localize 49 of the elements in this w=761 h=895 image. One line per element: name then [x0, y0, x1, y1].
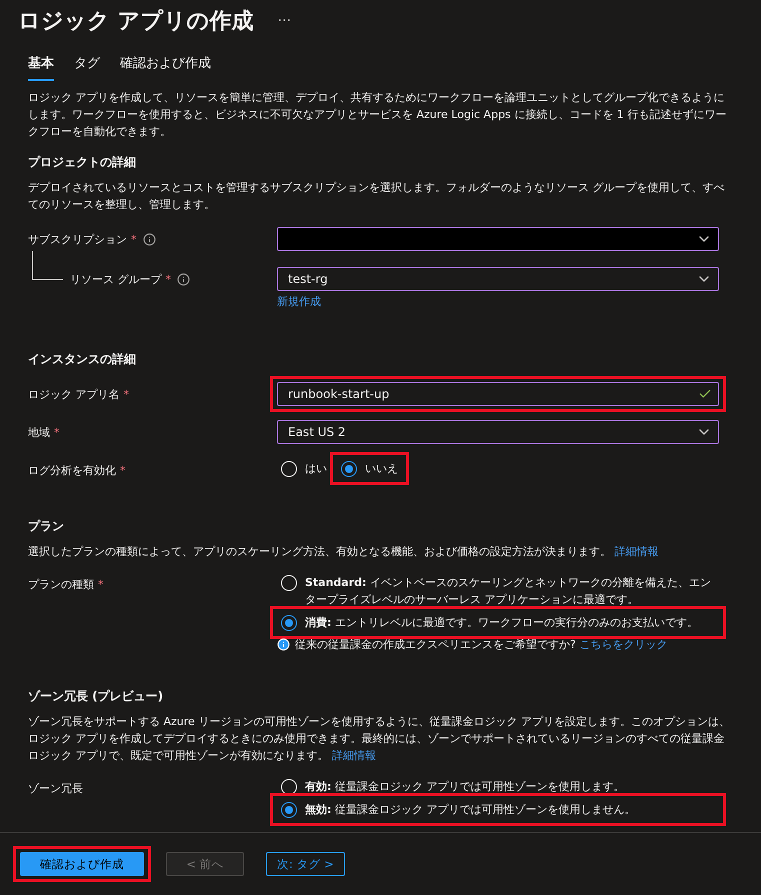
info-icon[interactable] — [177, 272, 190, 286]
section-description: ゾーン冗長をサポートする Azure リージョンの可用性ゾーンを使用するように、従量課金ロジック アプリを設定します。このオプションは、ロジック アプリを作成してデプロイするときにのみ使用できます。最終的には、ゾーンでサポートされているリージョンのすべての従量課金ロジック アプリで、既定で可用性ゾーンが有効になります。 詳細情報 — [28, 714, 731, 764]
radio-button[interactable] — [281, 615, 297, 631]
page-title: ロジック アプリの作成 — [18, 8, 254, 36]
tab[interactable]: 基本 — [28, 54, 54, 81]
field-label: プランの種類 — [28, 576, 94, 592]
radio-button[interactable] — [281, 802, 297, 818]
dropdown-field[interactable]: East US 2 — [277, 420, 719, 444]
section-description: 選択したプランの種類によって、アプリのスケーリング方法、有効となる機能、および価格の設定方法が決まります。 詳細情報 — [28, 544, 660, 560]
radio-option[interactable]: 有効: 従量課金ロジック アプリでは可用性ゾーンを使用します。 — [277, 776, 719, 797]
radio-option[interactable]: Standard: イベントベースのスケーリングとネットワークの分離を備えた、エンタープライズレベルのサーバーレス アプリケーションに最適です。 — [277, 572, 719, 610]
required-mark: * — [54, 426, 60, 438]
required-mark: * — [166, 272, 171, 286]
more-menu[interactable]: ··· — [278, 13, 292, 29]
radio-button[interactable] — [341, 461, 357, 477]
footer-button[interactable]: 次: タグ > — [266, 852, 345, 876]
create-new-link[interactable]: 新規作成 — [277, 294, 321, 309]
section-description: デプロイされているリソースとコストを管理するサブスクリプションを選択します。フォルダーのようなリソース グループを使用して、すべてのリソースを整理し、管理します。 — [28, 180, 726, 213]
required-mark: * — [131, 232, 136, 246]
section-title: プロジェクトの詳細 — [28, 154, 137, 171]
required-mark: * — [120, 464, 126, 476]
section-title: ゾーン冗長 (プレビュー) — [28, 688, 164, 705]
section-title: プラン — [28, 518, 65, 535]
input-field[interactable]: runbook-start-up — [277, 382, 719, 406]
info-icon[interactable] — [142, 232, 156, 246]
learn-more-link[interactable]: 詳細情報 — [328, 749, 376, 762]
dropdown-field[interactable]: test-rg — [277, 267, 719, 291]
radio-option[interactable]: 無効: 従量課金ロジック アプリでは可用性ゾーンを使用しません。 — [277, 799, 719, 820]
note-text: 従来の従量課金の作成エクスペリエンスをご希望ですか? こちらをクリック — [295, 637, 668, 652]
required-mark: * — [124, 388, 129, 400]
info-icon — [277, 638, 290, 651]
learn-more-link[interactable]: 詳細情報 — [611, 545, 658, 558]
dropdown-field[interactable] — [277, 227, 719, 251]
radio-option[interactable]: いいえ — [337, 458, 402, 479]
field-label: 地域 — [28, 424, 50, 440]
field-label: ログ分析を有効化 — [28, 462, 116, 478]
click-here-link[interactable]: こちらをクリック — [579, 638, 668, 651]
intro-text: ロジック アプリを作成して、リソースを簡単に管理、デプロイ、共有するためにワークフローを論理ユニットとしてグループ化できるようにします。ワークフローを使用すると、ビジネスに不可欠なアプリとサービスを Azure Logic Apps に接続し、コードを 1 行も記述せずにワークフローを自動化できます。 — [28, 90, 728, 140]
field-label: ゾーン冗長 — [28, 780, 83, 796]
radio-option[interactable]: 消費: エントリレベルに最適です。ワークフローの実行分のみのお支払いです。 — [277, 612, 719, 633]
radio-option[interactable]: はい — [277, 458, 331, 479]
required-mark: * — [98, 578, 104, 590]
footer-button[interactable]: 確認および作成 — [20, 852, 144, 876]
field-label: リソース グループ — [70, 272, 162, 286]
tab[interactable]: 確認および作成 — [120, 54, 211, 81]
tab[interactable]: タグ — [74, 54, 100, 81]
section-title: インスタンスの詳細 — [28, 351, 137, 368]
field-label: ロジック アプリ名 — [28, 386, 120, 402]
field-label: サブスクリプション — [28, 232, 127, 246]
